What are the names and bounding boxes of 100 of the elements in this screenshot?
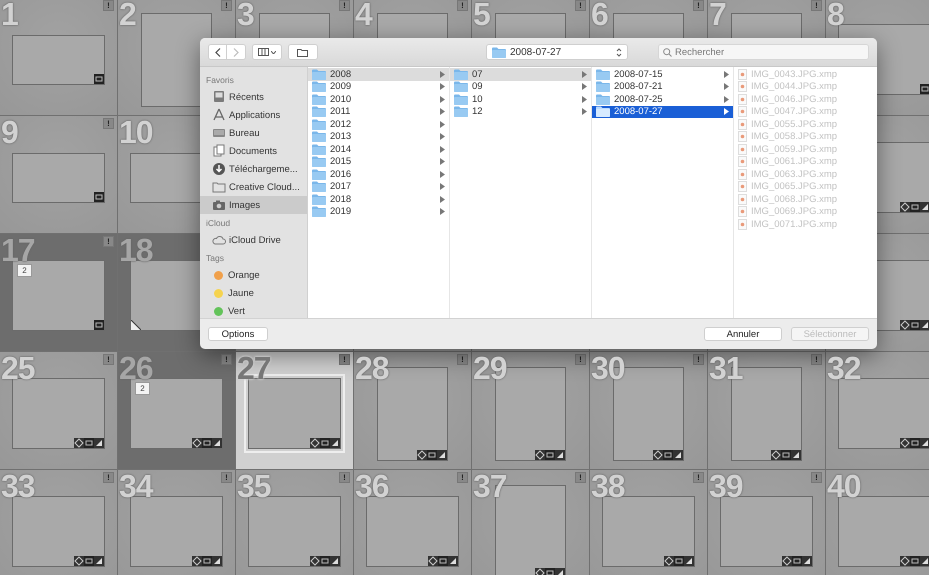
item-label: IMG_0069.JPG.xmp (751, 206, 838, 218)
photo-thumbnail[interactable] (602, 496, 695, 567)
photo-thumbnail[interactable] (248, 496, 341, 567)
photo-thumbnail[interactable]: 2 (130, 378, 223, 449)
view-button[interactable] (252, 44, 282, 60)
image-file-icon (738, 181, 747, 192)
item-label: 2016 (330, 168, 352, 180)
item-label: 2017 (330, 181, 352, 192)
grid-cell[interactable]: 9 ! (0, 116, 118, 234)
folder-row[interactable]: 2019 (308, 206, 449, 218)
cell-number: 3 (237, 0, 254, 30)
item-label: 2012 (330, 118, 352, 130)
develop-icon (74, 438, 84, 448)
metadata-icon (94, 192, 104, 202)
cell-number: 33 (1, 470, 35, 502)
grid-cell[interactable]: 25 ! (0, 352, 118, 470)
grid-cell[interactable]: 38 ! (590, 470, 708, 575)
folder-row[interactable]: 2008-07-27 (592, 106, 733, 118)
cell-number: 5 (473, 0, 490, 30)
folder-icon (454, 106, 468, 118)
develop-icon (428, 556, 438, 566)
folder-row[interactable]: 12 (450, 106, 591, 118)
folder-row[interactable]: 2014 (308, 143, 449, 156)
folder-row[interactable]: 2008 (308, 68, 449, 80)
cell-number: 35 (237, 470, 271, 502)
photo-thumbnail[interactable] (130, 496, 223, 567)
grid-cell[interactable]: 33 ! (0, 470, 118, 575)
metadata-icon (792, 556, 802, 566)
item-label: 2008-07-21 (614, 81, 664, 92)
folder-row[interactable]: 2008-07-25 (592, 93, 733, 106)
photo-thumbnail[interactable] (12, 378, 105, 449)
develop-icon (310, 556, 320, 566)
section-header: Favoris (205, 74, 235, 87)
search-field[interactable]: Rechercher (658, 44, 869, 60)
folder-row[interactable]: 2017 (308, 180, 449, 193)
cell-number: 7 (709, 0, 726, 30)
folder-row[interactable]: 2011 (308, 106, 449, 118)
photo-thumbnail[interactable] (12, 34, 105, 84)
photo-thumbnail[interactable] (12, 152, 105, 202)
photo-thumbnail[interactable] (366, 496, 459, 567)
sidebar-item[interactable]: Images (200, 196, 307, 214)
folder-icon (312, 94, 326, 105)
cancel-button[interactable]: Annuler (704, 327, 782, 341)
grid-cell[interactable]: 35 ! (236, 470, 354, 575)
grid-cell[interactable]: 28 ! (354, 352, 472, 470)
item-label: 2008 (330, 68, 352, 80)
folder-icon (312, 68, 326, 80)
grid-cell[interactable]: 27 ! (236, 352, 354, 470)
cell-number: 18 (119, 234, 153, 266)
metadata-icon (663, 450, 673, 460)
folder-row[interactable]: 2015 (308, 156, 449, 168)
photo-thumbnail[interactable] (838, 378, 929, 449)
folder-row[interactable]: 07 (450, 68, 591, 80)
folder-row[interactable]: 2018 (308, 193, 449, 206)
grid-cell[interactable]: 37 ! (472, 470, 590, 575)
folder-row[interactable]: 2013 (308, 130, 449, 143)
grid-cell[interactable]: 34 ! (118, 470, 236, 575)
metadata-icon (545, 450, 555, 460)
photo-thumbnail[interactable] (12, 496, 105, 567)
photo-thumbnail[interactable] (720, 496, 813, 567)
grid-cell[interactable]: 30 ! (590, 352, 708, 470)
item-label: IMG_0061.JPG.xmp (751, 156, 838, 168)
warning-badge: ! (575, 472, 586, 483)
path-dropdown[interactable]: 2008-07-27 (486, 44, 628, 60)
folder-row[interactable]: 2008-07-15 (592, 68, 733, 80)
grid-cell[interactable]: 36 ! (354, 470, 472, 575)
folder-row[interactable]: 2010 (308, 93, 449, 106)
grid-cell[interactable]: 29 ! (472, 352, 590, 470)
folder-row[interactable]: 09 (450, 80, 591, 93)
metadata-icon (910, 438, 920, 448)
folder-row[interactable]: 2009 (308, 80, 449, 93)
grid-cell[interactable]: 26 ! 2 (118, 352, 236, 470)
develop-icon (310, 438, 320, 448)
item-label: 07 (472, 68, 484, 80)
folder-icon (454, 94, 468, 105)
options-button[interactable]: Options (208, 327, 268, 341)
photo-thumbnail[interactable]: 2 (12, 260, 105, 331)
develop-icon (782, 556, 792, 566)
warning-badge: ! (339, 0, 350, 11)
grid-cell[interactable]: 17 ! 2 (0, 234, 118, 352)
back-button[interactable] (208, 44, 227, 60)
new-folder-button[interactable] (288, 44, 318, 60)
grid-cell[interactable]: 39 ! (708, 470, 826, 575)
forward-icon (233, 48, 239, 56)
search-icon (663, 48, 672, 56)
cell-number: 1 (1, 0, 18, 30)
folder-row[interactable]: 10 (450, 93, 591, 106)
folder-row[interactable]: 2016 (308, 168, 449, 180)
folder-row[interactable]: 2012 (308, 118, 449, 130)
grid-cell[interactable]: 31 ! (708, 352, 826, 470)
crop-icon (94, 438, 104, 448)
photo-thumbnail[interactable] (838, 496, 929, 567)
folder-row[interactable]: 2008-07-21 (592, 80, 733, 93)
folder-icon (492, 46, 506, 58)
item-label: 09 (472, 81, 484, 92)
caret-icon (271, 50, 276, 54)
clock-stack-icon (214, 91, 224, 102)
warning-badge: ! (457, 0, 468, 11)
crop-icon (94, 556, 104, 566)
grid-cell[interactable]: 1 ! (0, 0, 118, 116)
